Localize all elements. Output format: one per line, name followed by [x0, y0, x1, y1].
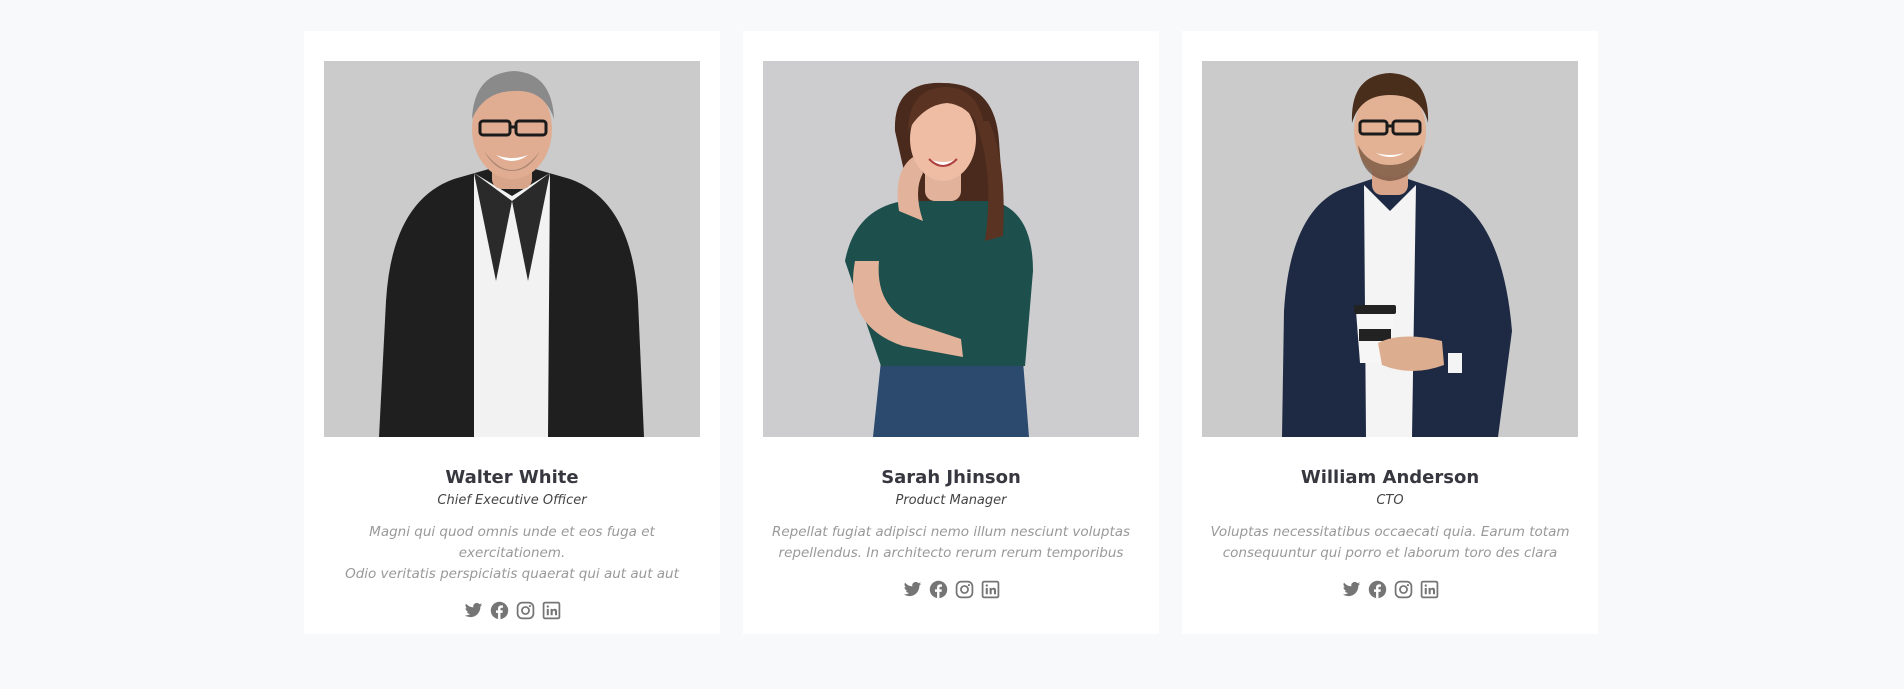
facebook-link[interactable] [928, 579, 948, 599]
member-bio-line: Voluptas necessitatibus occaecati quia. … [1210, 524, 1570, 540]
instagram-link[interactable] [1393, 579, 1413, 599]
instagram-icon [955, 580, 973, 598]
twitter-icon [903, 581, 921, 596]
instagram-link[interactable] [954, 579, 974, 599]
member-bio-line: Odio veritatis perspiciatis quaerat qui … [345, 566, 679, 582]
social-links [324, 600, 700, 620]
linkedin-link[interactable] [541, 600, 561, 620]
member-role: CTO [1376, 493, 1404, 508]
facebook-icon [1368, 580, 1386, 598]
member-role: Chief Executive Officer [437, 493, 587, 508]
facebook-link[interactable] [489, 600, 509, 620]
team-section: Walter White Chief Executive Officer Mag… [304, 31, 1600, 634]
member-bio-line: Magni qui quod omnis unde et eos fuga et… [369, 524, 655, 561]
member-bio-line: repellendus. In architecto rerum rerum t… [778, 545, 1124, 561]
member-name: William Anderson [1300, 467, 1480, 488]
member-bio: Voluptas necessitatibus occaecati quia. … [1202, 522, 1578, 564]
linkedin-icon [542, 601, 560, 619]
member-bio-line: consequuntur qui porro et laborum toro d… [1222, 545, 1558, 561]
facebook-link[interactable] [1367, 579, 1387, 599]
instagram-icon [1394, 580, 1412, 598]
twitter-icon [464, 602, 482, 617]
member-photo [324, 61, 700, 437]
linkedin-link[interactable] [980, 579, 1000, 599]
team-member-card: William Anderson CTO Voluptas necessitat… [1182, 31, 1598, 634]
linkedin-icon [1420, 580, 1438, 598]
instagram-icon [516, 601, 534, 619]
social-links [763, 579, 1139, 599]
linkedin-link[interactable] [1419, 579, 1439, 599]
member-bio-line: Repellat fugiat adipisci nemo illum nesc… [771, 524, 1131, 540]
team-member-card: Walter White Chief Executive Officer Mag… [304, 31, 720, 634]
member-photo [763, 61, 1139, 437]
twitter-icon [1342, 581, 1360, 596]
member-bio: Repellat fugiat adipisci nemo illum nesc… [763, 522, 1139, 564]
member-bio: Magni qui quod omnis unde et eos fuga et… [324, 522, 700, 585]
twitter-link[interactable] [902, 579, 922, 599]
member-role: Product Manager [895, 493, 1007, 508]
social-links [1202, 579, 1578, 599]
member-photo [1202, 61, 1578, 437]
member-name: Sarah Jhinson [881, 467, 1021, 488]
twitter-link[interactable] [1341, 579, 1361, 599]
facebook-icon [929, 580, 947, 598]
instagram-link[interactable] [515, 600, 535, 620]
member-name: Walter White [445, 467, 579, 488]
facebook-icon [490, 601, 508, 619]
linkedin-icon [981, 580, 999, 598]
team-member-card: Sarah Jhinson Product Manager Repellat f… [743, 31, 1159, 634]
twitter-link[interactable] [463, 600, 483, 620]
